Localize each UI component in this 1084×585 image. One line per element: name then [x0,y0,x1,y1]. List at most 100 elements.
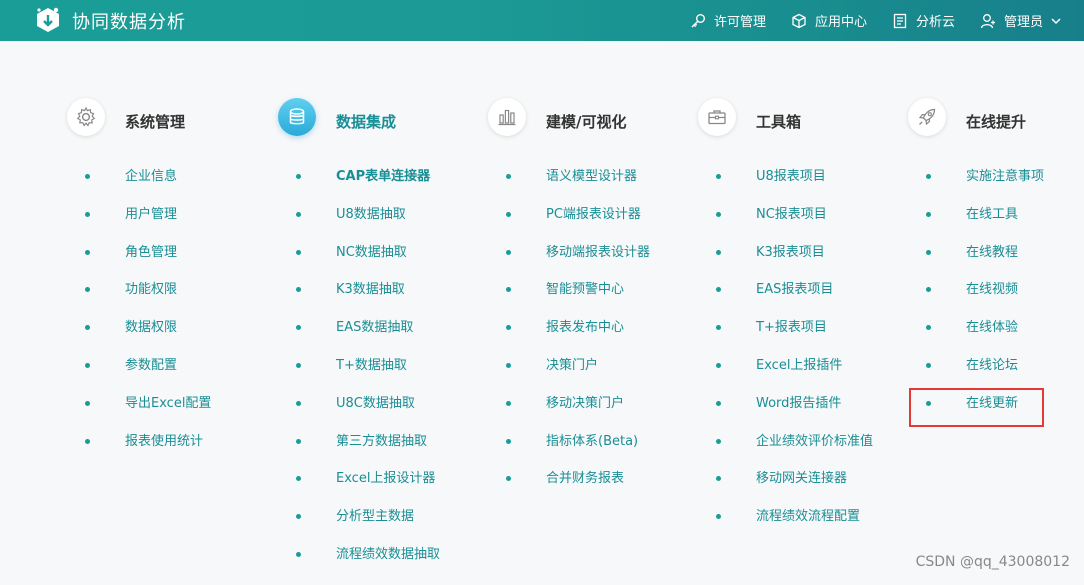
column-online-improvement: 在线提升 实施注意事项 在线工具 在线教程 在线视频 在线体验 在线论坛 在线更… [908,98,1084,140]
nav-analysis-cloud[interactable]: 分析云 [892,11,955,30]
list-item[interactable]: 在线视频 [908,282,1084,320]
nav-label: 应用中心 [815,11,867,30]
bullet [926,174,931,179]
list-item[interactable]: 移动端报表设计器 [488,245,688,283]
list-item[interactable]: 第三方数据抽取 [278,434,478,472]
item-label: 移动网关连接器 [756,471,847,487]
item-label: 分析型主数据 [336,509,414,525]
item-label: EAS数据抽取 [336,320,413,336]
column-header[interactable]: 建模/可视化 [488,98,688,140]
list-item[interactable]: T+报表项目 [698,320,898,358]
item-label: 功能权限 [125,282,177,298]
list-item[interactable]: EAS数据抽取 [278,320,478,358]
list-item[interactable]: 企业绩效评价标准值 [698,434,898,472]
list-item[interactable]: 指标体系(Beta) [488,434,688,472]
item-label: 实施注意事项 [966,169,1044,185]
item-label: 决策门户 [546,358,598,374]
list-item[interactable]: 决策门户 [488,358,688,396]
list-item[interactable]: 在线体验 [908,320,1084,358]
list-item[interactable]: 用户管理 [67,207,267,245]
list-item[interactable]: 分析型主数据 [278,509,478,547]
list-item[interactable]: 语义模型设计器 [488,169,688,207]
list-item[interactable]: 导出Excel配置 [67,396,267,434]
item-label: 报表发布中心 [546,320,624,336]
bullet [85,287,90,292]
column-header[interactable]: 工具箱 [698,98,898,140]
bullet [296,439,301,444]
list-item[interactable]: CAP表单连接器 [278,169,478,207]
bullet [296,552,301,557]
column-title: 在线提升 [966,111,1026,132]
bar-chart-icon [488,98,526,136]
bullet [85,250,90,255]
item-label: 移动端报表设计器 [546,245,650,261]
list-item[interactable]: 智能预警中心 [488,282,688,320]
list-item[interactable]: 功能权限 [67,282,267,320]
list-item[interactable]: 流程绩效流程配置 [698,509,898,547]
toolbox-icon [698,98,736,136]
nav-license-management[interactable]: 许可管理 [690,11,766,30]
user-icon [980,13,996,29]
item-label: 流程绩效流程配置 [756,509,860,525]
list-item[interactable]: 在线工具 [908,207,1084,245]
list-item[interactable]: K3报表项目 [698,245,898,283]
column-title: 数据集成 [336,111,396,132]
list-item[interactable]: 参数配置 [67,358,267,396]
list-item[interactable]: T+数据抽取 [278,358,478,396]
list-item[interactable]: 报表使用统计 [67,434,267,472]
bullet [926,325,931,330]
top-nav: 许可管理 应用中心 分析云 管理员 [690,0,1084,41]
bullet [296,476,301,481]
rocket-icon [908,98,946,136]
list-item[interactable]: K3数据抽取 [278,282,478,320]
bullet [296,174,301,179]
item-label: 企业信息 [125,169,177,185]
list-item[interactable]: Excel上报设计器 [278,471,478,509]
bullet [296,514,301,519]
item-label: 移动决策门户 [546,396,624,412]
highlight-box [909,388,1044,427]
column-header[interactable]: 系统管理 [67,98,267,140]
bullet [716,401,721,406]
item-label: Excel上报插件 [756,358,842,374]
column-header[interactable]: 数据集成 [278,98,478,140]
bullet [716,212,721,217]
item-list: 语义模型设计器 PC端报表设计器 移动端报表设计器 智能预警中心 报表发布中心 … [488,169,688,509]
list-item[interactable]: EAS报表项目 [698,282,898,320]
list-item[interactable]: 在线教程 [908,245,1084,283]
list-item[interactable]: U8C数据抽取 [278,396,478,434]
item-label: T+数据抽取 [336,358,407,374]
item-label: 数据权限 [125,320,177,336]
app-title: 协同数据分析 [72,8,186,34]
list-item[interactable]: NC报表项目 [698,207,898,245]
bullet [506,174,511,179]
column-header[interactable]: 在线提升 [908,98,1084,140]
list-item[interactable]: 合并财务报表 [488,471,688,509]
list-item[interactable]: 移动网关连接器 [698,471,898,509]
list-item[interactable]: 实施注意事项 [908,169,1084,207]
nav-user-menu[interactable]: 管理员 [980,11,1069,30]
key-icon [690,13,706,29]
item-label: 语义模型设计器 [546,169,637,185]
list-item[interactable]: PC端报表设计器 [488,207,688,245]
list-item[interactable]: 角色管理 [67,245,267,283]
item-label: U8报表项目 [756,169,826,185]
list-item[interactable]: U8数据抽取 [278,207,478,245]
bullet [716,439,721,444]
item-label: 流程绩效数据抽取 [336,547,440,563]
item-list: 企业信息 用户管理 角色管理 功能权限 数据权限 参数配置 导出Excel配置 … [67,169,267,471]
list-item[interactable]: 企业信息 [67,169,267,207]
item-list: U8报表项目 NC报表项目 K3报表项目 EAS报表项目 T+报表项目 Exce… [698,169,898,547]
list-item[interactable]: 移动决策门户 [488,396,688,434]
list-item[interactable]: 数据权限 [67,320,267,358]
list-item[interactable]: Excel上报插件 [698,358,898,396]
item-label: U8C数据抽取 [336,396,415,412]
nav-app-center[interactable]: 应用中心 [791,11,867,30]
list-item[interactable]: 流程绩效数据抽取 [278,547,478,585]
list-item[interactable]: 报表发布中心 [488,320,688,358]
list-item[interactable]: Word报告插件 [698,396,898,434]
list-item[interactable]: NC数据抽取 [278,245,478,283]
bullet [506,325,511,330]
bullet [296,363,301,368]
list-item[interactable]: U8报表项目 [698,169,898,207]
